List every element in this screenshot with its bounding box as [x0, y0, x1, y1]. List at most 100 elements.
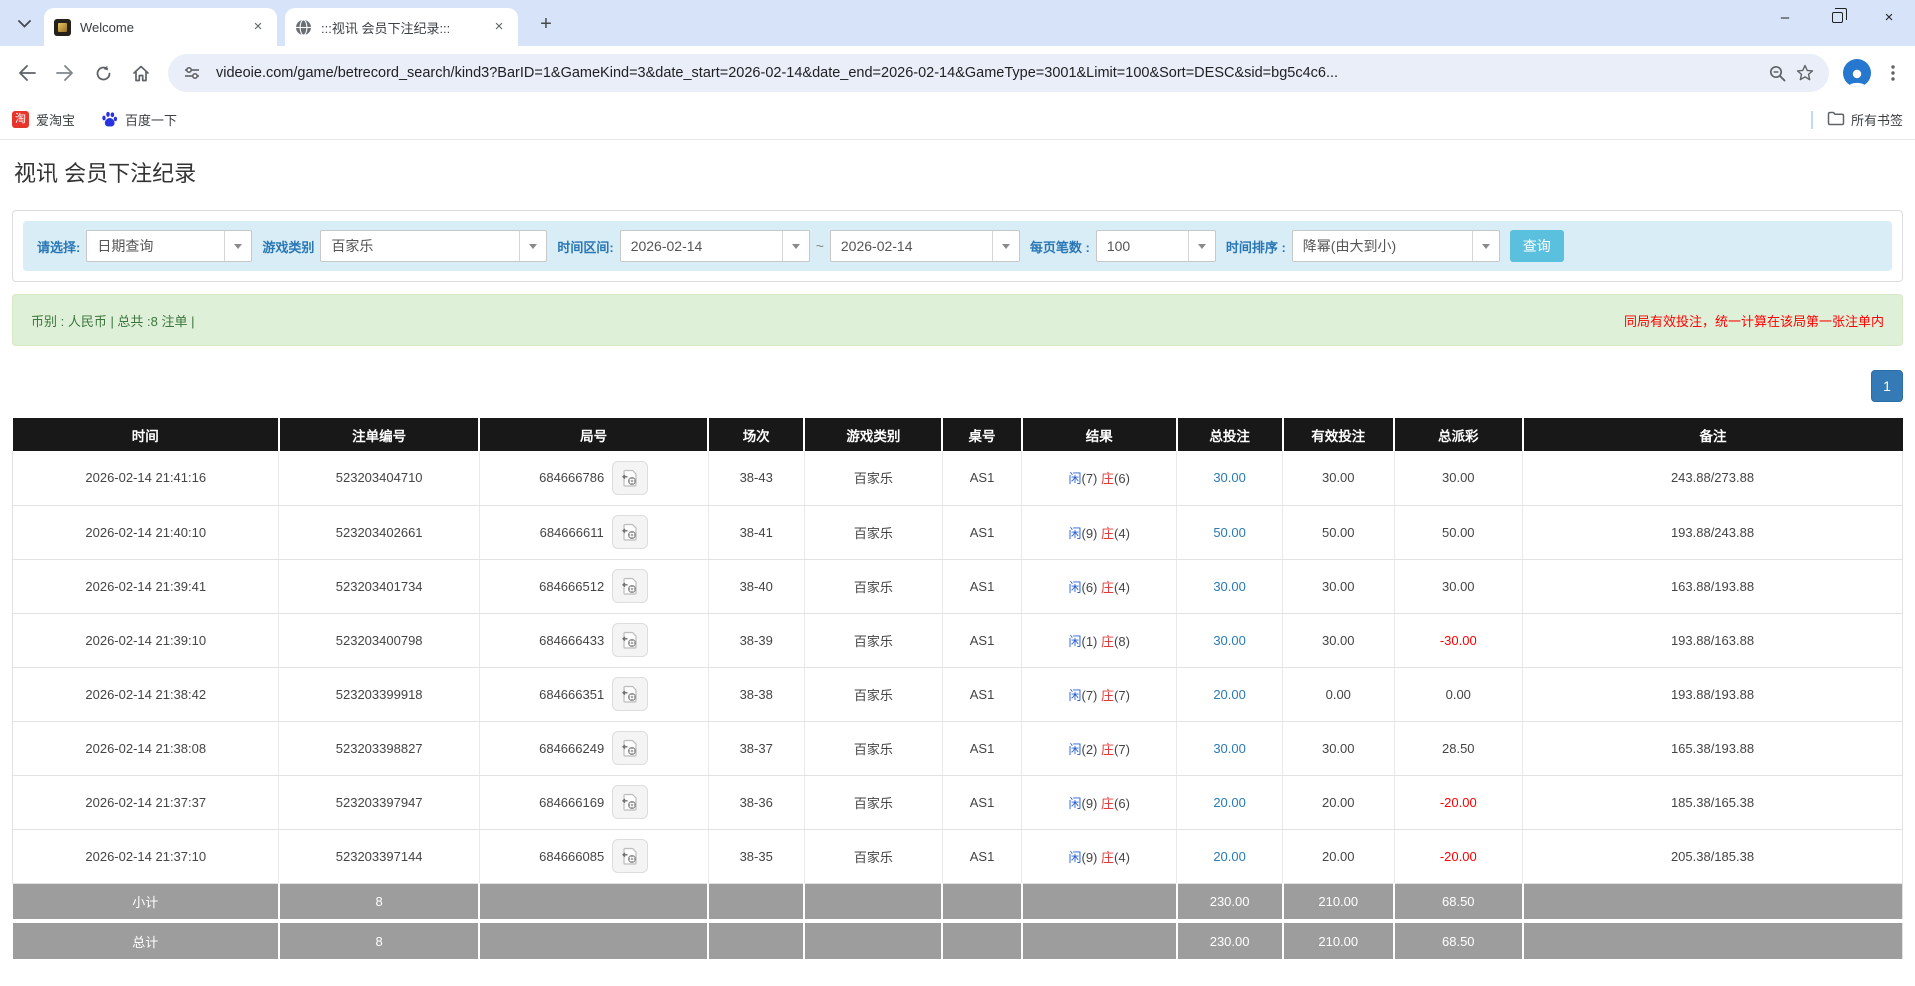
- home-button[interactable]: [124, 56, 158, 90]
- all-bookmarks-button[interactable]: 所有书签: [1827, 110, 1903, 129]
- bookmark-baidu[interactable]: 百度一下: [101, 110, 177, 129]
- forward-button[interactable]: [48, 56, 82, 90]
- query-type-select[interactable]: 日期查询: [86, 230, 252, 262]
- browser-menu-button[interactable]: [1879, 59, 1907, 87]
- site-settings-icon[interactable]: [178, 59, 206, 87]
- chevron-down-icon: [224, 231, 251, 261]
- table-row: 2026-02-14 21:38:42523203399918684666351…: [13, 667, 1903, 721]
- total-bet-link[interactable]: 20.00: [1213, 687, 1246, 702]
- total-bet-link[interactable]: 20.00: [1213, 795, 1246, 810]
- table-row: 2026-02-14 21:39:10523203400798684666433…: [13, 613, 1903, 667]
- result-banker: 庄: [1101, 742, 1114, 757]
- video-record-button[interactable]: [612, 731, 648, 765]
- result-player: 闲: [1068, 742, 1081, 757]
- cell-game-kind: 百家乐: [804, 721, 942, 775]
- date-start-select[interactable]: 2026-02-14: [620, 230, 810, 262]
- per-page-select[interactable]: 100: [1096, 230, 1216, 262]
- cell-total-bet: 20.00: [1177, 829, 1283, 883]
- total-cell: 210.00: [1283, 921, 1395, 959]
- cell-round: 684666249: [479, 721, 708, 775]
- cell-valid-bet: 20.00: [1283, 829, 1395, 883]
- cell-payout: -20.00: [1394, 829, 1523, 883]
- bookmarks-divider: [1811, 111, 1813, 129]
- cell-round: 684666351: [479, 667, 708, 721]
- bookmark-star-icon[interactable]: [1791, 59, 1819, 87]
- cell-table-no: AS1: [942, 613, 1021, 667]
- video-record-button[interactable]: [612, 623, 648, 657]
- total-bet-link[interactable]: 50.00: [1213, 525, 1246, 540]
- cell-session: 38-35: [708, 829, 804, 883]
- result-player: 闲: [1068, 634, 1081, 649]
- window-close-button[interactable]: ×: [1863, 0, 1915, 34]
- tab-title: :::视讯 会员下注纪录:::: [321, 18, 490, 37]
- video-record-button[interactable]: [612, 569, 648, 603]
- total-bet-link[interactable]: 20.00: [1213, 849, 1246, 864]
- bookmark-label: 爱淘宝: [36, 110, 75, 129]
- cell-time: 2026-02-14 21:39:41: [13, 559, 279, 613]
- round-number: 684666351: [539, 687, 604, 702]
- chevron-down-icon: [1472, 231, 1499, 261]
- browser-titlebar: Welcome × :::视讯 会员下注纪录::: × + – ×: [0, 0, 1915, 46]
- tab-betrecord[interactable]: :::视讯 会员下注纪录::: ×: [285, 8, 518, 46]
- filter-panel: 请选择: 日期查询 游戏类别 百家乐 时间区间: 2026-02-14 ~ 20…: [12, 210, 1903, 282]
- pagination-page-1[interactable]: 1: [1871, 370, 1903, 402]
- subtotal-cell: [804, 883, 942, 921]
- restore-button[interactable]: [1811, 0, 1863, 34]
- total-cell: 230.00: [1177, 921, 1283, 959]
- result-banker: 庄: [1101, 688, 1114, 703]
- new-tab-button[interactable]: +: [532, 10, 560, 38]
- valid-bet-notice: 同局有效投注，统一计算在该局第一张注单内: [1624, 311, 1884, 330]
- cell-payout: 0.00: [1394, 667, 1523, 721]
- profile-avatar[interactable]: [1843, 59, 1871, 87]
- cell-remark: 185.38/165.38: [1523, 775, 1903, 829]
- video-record-button[interactable]: [612, 785, 648, 819]
- video-record-icon: [620, 792, 640, 812]
- table-header-row: 时间注单编号局号场次游戏类别桌号结果总投注有效投注总派彩备注: [13, 418, 1903, 451]
- table-header-cell: 总派彩: [1394, 418, 1523, 451]
- cell-remark: 163.88/193.88: [1523, 559, 1903, 613]
- video-record-button[interactable]: [612, 515, 648, 549]
- select-value: 2026-02-14: [621, 238, 782, 254]
- reload-icon: [95, 65, 112, 82]
- sort-select[interactable]: 降幂(由大到小): [1292, 230, 1500, 262]
- close-icon[interactable]: ×: [490, 18, 508, 36]
- back-button[interactable]: [10, 56, 44, 90]
- cell-game-kind: 百家乐: [804, 775, 942, 829]
- cell-payout: 30.00: [1394, 559, 1523, 613]
- subtotal-cell: [479, 883, 708, 921]
- video-record-button[interactable]: [612, 839, 648, 873]
- video-record-button[interactable]: [612, 677, 648, 711]
- cell-time: 2026-02-14 21:38:42: [13, 667, 279, 721]
- cell-round: 684666512: [479, 559, 708, 613]
- date-end-select[interactable]: 2026-02-14: [830, 230, 1020, 262]
- tab-welcome[interactable]: Welcome ×: [44, 8, 277, 46]
- search-button[interactable]: 查询: [1510, 230, 1564, 262]
- select-value: 日期查询: [87, 236, 224, 256]
- video-record-icon: [620, 738, 640, 758]
- url-bar[interactable]: videoie.com/game/betrecord_search/kind3?…: [168, 54, 1829, 92]
- minimize-button[interactable]: –: [1759, 0, 1811, 34]
- cell-game-kind: 百家乐: [804, 613, 942, 667]
- game-kind-select[interactable]: 百家乐: [320, 230, 547, 262]
- cell-time: 2026-02-14 21:37:10: [13, 829, 279, 883]
- total-bet-link[interactable]: 30.00: [1213, 633, 1246, 648]
- close-icon[interactable]: ×: [249, 18, 267, 36]
- subtotal-row: 小计8230.00210.0068.50: [13, 883, 1903, 921]
- url-text[interactable]: videoie.com/game/betrecord_search/kind3?…: [216, 65, 1763, 81]
- cell-game-kind: 百家乐: [804, 667, 942, 721]
- total-bet-link[interactable]: 30.00: [1213, 470, 1246, 485]
- cell-payout: 28.50: [1394, 721, 1523, 775]
- zoom-icon[interactable]: [1763, 59, 1791, 87]
- bookmark-taobao[interactable]: 淘 爱淘宝: [12, 110, 75, 129]
- video-record-button[interactable]: [612, 461, 648, 495]
- reload-button[interactable]: [86, 56, 120, 90]
- subtotal-cell: 210.00: [1283, 883, 1395, 921]
- table-row: 2026-02-14 21:39:41523203401734684666512…: [13, 559, 1903, 613]
- browser-toolbar: videoie.com/game/betrecord_search/kind3?…: [0, 46, 1915, 100]
- result-banker: 庄: [1101, 580, 1114, 595]
- tab-search-button[interactable]: [10, 10, 38, 38]
- chevron-down-icon: [519, 231, 546, 261]
- total-bet-link[interactable]: 30.00: [1213, 579, 1246, 594]
- total-bet-link[interactable]: 30.00: [1213, 741, 1246, 756]
- chevron-down-icon: [18, 20, 31, 28]
